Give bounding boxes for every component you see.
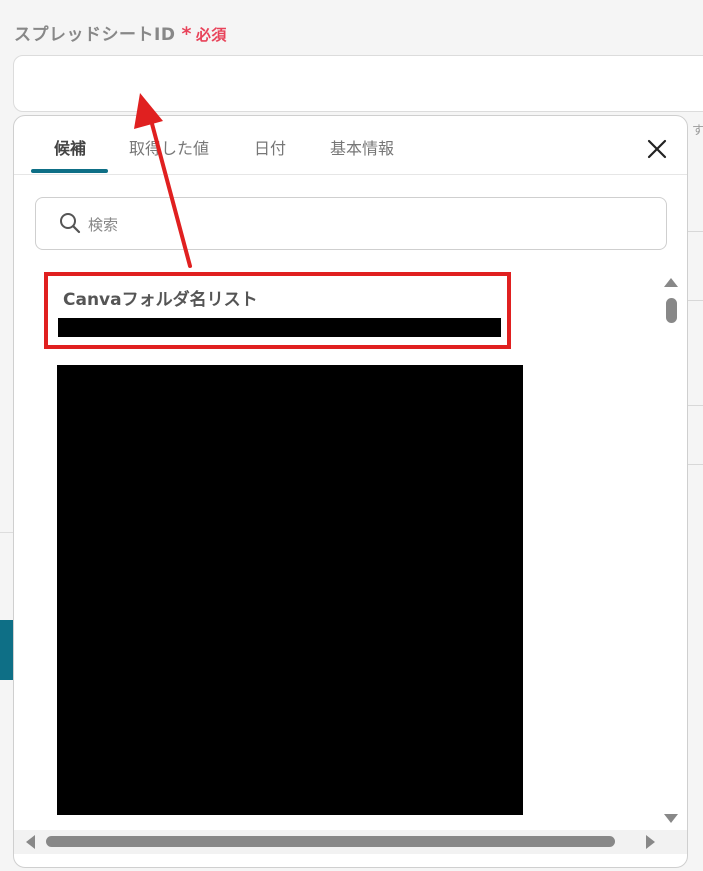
search-placeholder: 検索 bbox=[88, 216, 119, 234]
value-picker-popup: 候補 取得した値 日付 基本情報 検索 Canvaフォルダ名リスト bbox=[13, 115, 688, 868]
scroll-left-arrow-icon[interactable] bbox=[26, 835, 35, 849]
tab-basic-info[interactable]: 基本情報 bbox=[330, 135, 394, 159]
search-input[interactable]: 検索 bbox=[35, 197, 667, 250]
spreadsheet-id-input[interactable] bbox=[13, 55, 703, 112]
redacted-content-block bbox=[57, 365, 523, 815]
background-divider bbox=[688, 300, 703, 301]
tab-candidates[interactable]: 候補 bbox=[54, 135, 86, 159]
background-divider bbox=[688, 405, 703, 406]
background-divider bbox=[688, 464, 703, 465]
background-button-edge bbox=[0, 620, 14, 680]
scroll-right-arrow-icon[interactable] bbox=[646, 835, 655, 849]
active-tab-indicator bbox=[31, 169, 108, 173]
tab-acquired-values[interactable]: 取得した値 bbox=[129, 135, 209, 159]
vertical-scrollbar-thumb[interactable] bbox=[666, 298, 677, 323]
field-label-text: スプレッドシートID bbox=[14, 25, 176, 45]
required-badge: 必須 bbox=[195, 26, 227, 44]
close-icon bbox=[647, 139, 667, 159]
tab-date[interactable]: 日付 bbox=[254, 135, 286, 159]
background-hint-text: す bbox=[692, 123, 703, 137]
scroll-down-arrow-icon[interactable] bbox=[664, 814, 678, 823]
background-divider bbox=[688, 231, 703, 232]
close-button[interactable] bbox=[642, 134, 672, 164]
horizontal-scrollbar-thumb[interactable] bbox=[46, 836, 615, 847]
spreadsheet-id-label: スプレッドシートID * 必須 bbox=[14, 20, 227, 45]
tab-bar: 候補 取得した値 日付 基本情報 bbox=[14, 116, 687, 175]
search-icon bbox=[60, 213, 81, 234]
annotation-highlight-box bbox=[44, 272, 511, 349]
required-asterisk-icon: * bbox=[181, 23, 192, 45]
scroll-up-arrow-icon[interactable] bbox=[664, 278, 678, 287]
